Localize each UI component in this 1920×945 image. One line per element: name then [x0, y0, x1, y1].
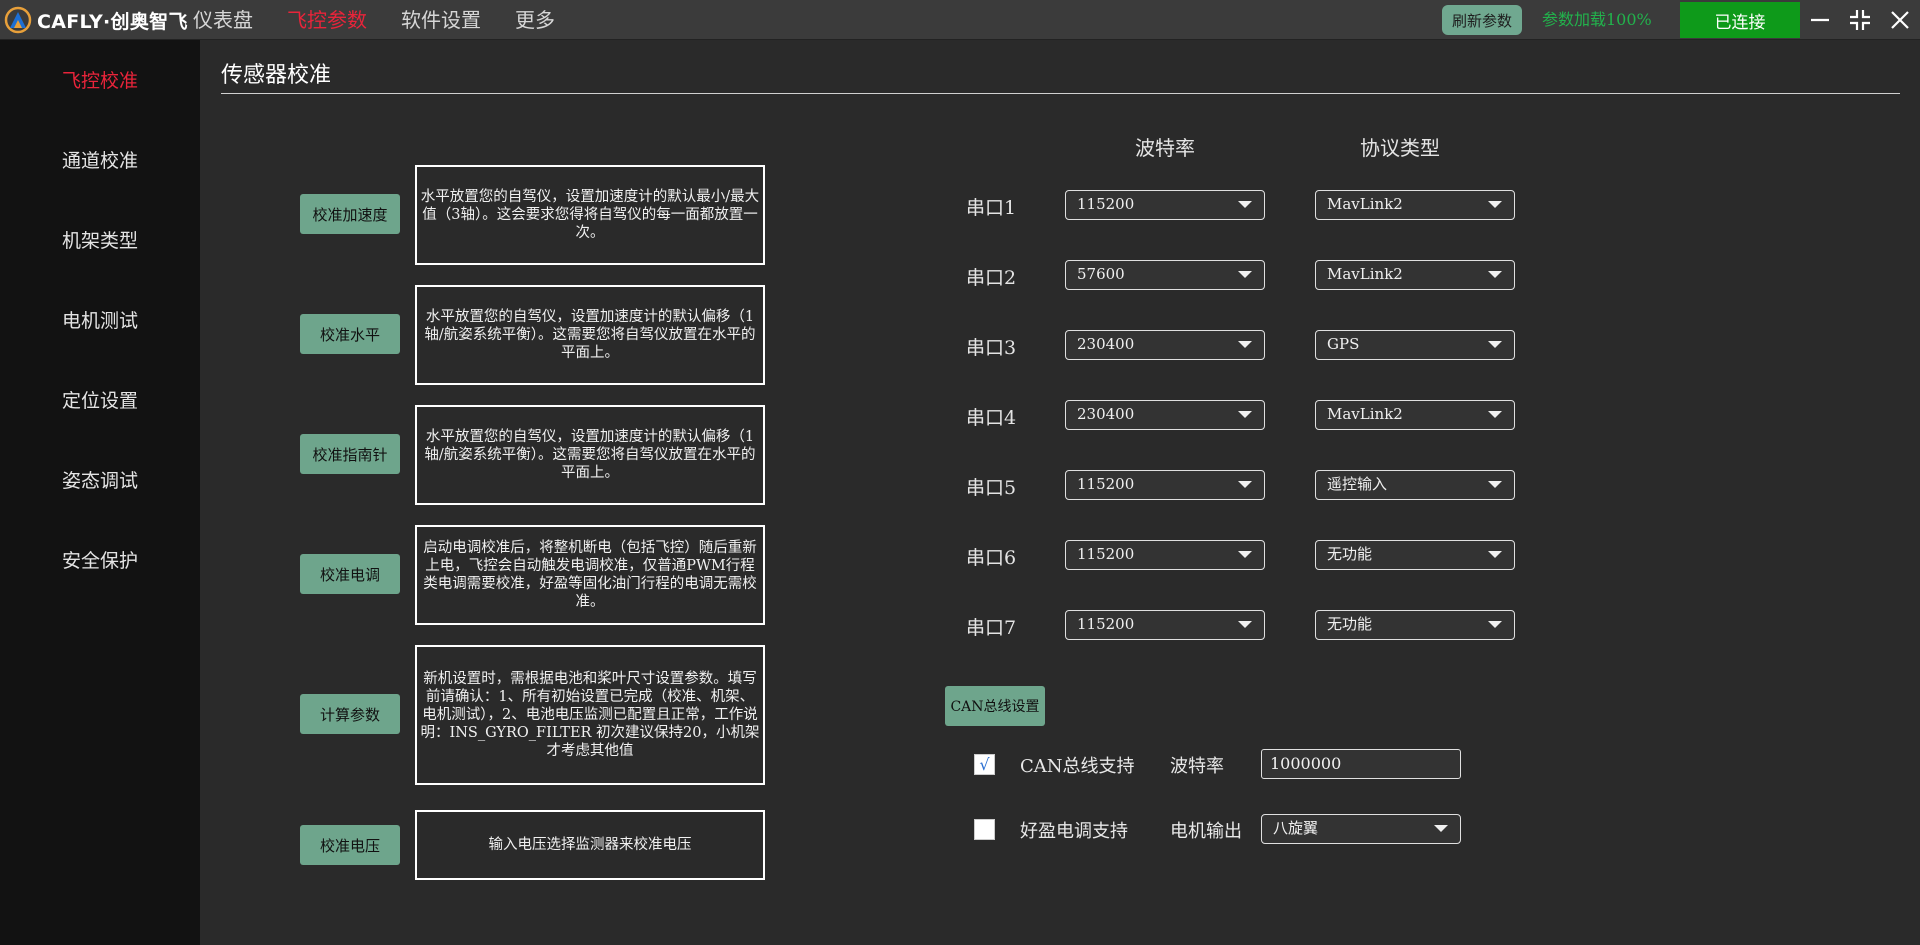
can-bus-support-label: CAN总线支持: [1020, 756, 1135, 777]
calibrate-compass-button[interactable]: 校准指南针: [300, 434, 400, 474]
select-value: GPS: [1327, 335, 1360, 353]
sidebar: 飞控校准 通道校准 机架类型 电机测试 定位设置 姿态调试 安全保护: [0, 40, 200, 945]
nav-flight-params[interactable]: 飞控参数: [287, 0, 367, 40]
serial7-protocol-select[interactable]: 无功能: [1315, 610, 1515, 640]
serial7-baud-select[interactable]: 115200: [1065, 610, 1265, 640]
select-value: MavLink2: [1327, 265, 1403, 283]
can-bus-support-checkbox[interactable]: √: [974, 754, 995, 775]
close-icon[interactable]: [1888, 8, 1912, 32]
chevron-down-icon: [1434, 825, 1448, 832]
serial4-protocol-select[interactable]: MavLink2: [1315, 400, 1515, 430]
sidebar-item-frame-type[interactable]: 机架类型: [0, 226, 200, 253]
serial1-protocol-select[interactable]: MavLink2: [1315, 190, 1515, 220]
can-bus-settings-button[interactable]: CAN总线设置: [945, 686, 1045, 726]
param-load-status: 参数加载100%: [1542, 10, 1652, 29]
calibration-description: 水平放置您的自驾仪，设置加速度计的默认偏移（1轴/航姿系统平衡）。这需要您将自驾…: [415, 405, 765, 505]
logo-text: CAFLY·创奥智飞: [37, 10, 188, 33]
chevron-down-icon: [1488, 201, 1502, 208]
select-value: 无功能: [1327, 615, 1373, 633]
serial6-baud-select[interactable]: 115200: [1065, 540, 1265, 570]
calibration-description: 输入电压选择监测器来校准电压: [415, 810, 765, 880]
select-value: 230400: [1077, 335, 1135, 353]
select-value: MavLink2: [1327, 195, 1403, 213]
main-nav: 仪表盘 飞控参数 软件设置 更多: [193, 0, 589, 40]
serial2-baud-select[interactable]: 57600: [1065, 260, 1265, 290]
select-value: 115200: [1077, 545, 1135, 563]
nav-software-settings[interactable]: 软件设置: [401, 0, 481, 40]
calibrate-voltage-button[interactable]: 校准电压: [300, 825, 400, 865]
serial-port-label: 串口2: [966, 267, 1017, 289]
can-baud-input[interactable]: 1000000: [1261, 749, 1461, 779]
select-value: 115200: [1077, 475, 1135, 493]
serial-port-label: 串口6: [966, 547, 1017, 569]
sidebar-item-positioning[interactable]: 定位设置: [0, 386, 200, 413]
chevron-down-icon: [1488, 481, 1502, 488]
sidebar-item-motor-test[interactable]: 电机测试: [0, 306, 200, 333]
serial5-protocol-select[interactable]: 遥控输入: [1315, 470, 1515, 500]
select-value: 无功能: [1327, 545, 1373, 563]
compute-params-button[interactable]: 计算参数: [300, 694, 400, 734]
select-value: 230400: [1077, 405, 1135, 423]
select-value: 115200: [1077, 195, 1135, 213]
calibration-description: 新机设置时，需根据电池和桨叶尺寸设置参数。填写前请确认：1、所有初始设置已完成（…: [415, 645, 765, 785]
serial-port-label: 串口7: [966, 617, 1017, 639]
esc-support-checkbox[interactable]: [974, 819, 995, 840]
nav-dashboard[interactable]: 仪表盘: [193, 0, 253, 40]
can-baud-label: 波特率: [1170, 756, 1224, 777]
chevron-down-icon: [1238, 341, 1252, 348]
calibration-description: 水平放置您的自驾仪，设置加速度计的默认偏移（1轴/航姿系统平衡）。这需要您将自驾…: [415, 285, 765, 385]
title-divider: [221, 93, 1900, 94]
chevron-down-icon: [1238, 271, 1252, 278]
nav-more[interactable]: 更多: [515, 0, 555, 40]
serial5-baud-select[interactable]: 115200: [1065, 470, 1265, 500]
serial4-baud-select[interactable]: 230400: [1065, 400, 1265, 430]
protocol-header: 协议类型: [1360, 136, 1440, 160]
serial3-protocol-select[interactable]: GPS: [1315, 330, 1515, 360]
chevron-down-icon: [1238, 411, 1252, 418]
sidebar-item-attitude-tuning[interactable]: 姿态调试: [0, 466, 200, 493]
serial2-protocol-select[interactable]: MavLink2: [1315, 260, 1515, 290]
chevron-down-icon: [1488, 271, 1502, 278]
calibrate-esc-button[interactable]: 校准电调: [300, 554, 400, 594]
serial-port-label: 串口4: [966, 407, 1017, 429]
select-value: MavLink2: [1327, 405, 1403, 423]
calibration-description: 启动电调校准后，将整机断电（包括飞控）随后重新上电，飞控会自动触发电调校准，仅普…: [415, 525, 765, 625]
calibration-description: 水平放置您的自驾仪，设置加速度计的默认最小/最大值（3轴）。这会要求您得将自驾仪…: [415, 165, 765, 265]
select-value: 57600: [1077, 265, 1125, 283]
chevron-down-icon: [1238, 621, 1252, 628]
calibrate-level-button[interactable]: 校准水平: [300, 314, 400, 354]
motor-output-label: 电机输出: [1170, 821, 1242, 842]
connection-button[interactable]: 已连接: [1680, 2, 1800, 38]
baud-rate-header: 波特率: [1135, 136, 1195, 160]
chevron-down-icon: [1488, 551, 1502, 558]
cafly-logo-icon: [4, 6, 32, 34]
select-value: 八旋翼: [1273, 819, 1319, 837]
sidebar-item-flight-calibration[interactable]: 飞控校准: [0, 66, 200, 93]
minimize-icon[interactable]: [1808, 8, 1832, 32]
calibrate-accel-button[interactable]: 校准加速度: [300, 194, 400, 234]
app-logo: CAFLY·创奥智飞: [4, 6, 188, 34]
serial-port-label: 串口1: [966, 197, 1017, 219]
serial1-baud-select[interactable]: 115200: [1065, 190, 1265, 220]
chevron-down-icon: [1238, 201, 1252, 208]
serial6-protocol-select[interactable]: 无功能: [1315, 540, 1515, 570]
refresh-params-button[interactable]: 刷新参数: [1442, 5, 1522, 35]
chevron-down-icon: [1488, 341, 1502, 348]
chevron-down-icon: [1488, 621, 1502, 628]
serial-port-label: 串口3: [966, 337, 1017, 359]
motor-output-select[interactable]: 八旋翼: [1261, 814, 1461, 844]
page-title: 传感器校准: [221, 63, 332, 88]
select-value: 115200: [1077, 615, 1135, 633]
select-value: 遥控输入: [1327, 475, 1388, 493]
chevron-down-icon: [1488, 411, 1502, 418]
chevron-down-icon: [1238, 551, 1252, 558]
sidebar-item-channel-calibration[interactable]: 通道校准: [0, 146, 200, 173]
restore-icon[interactable]: [1848, 8, 1872, 32]
chevron-down-icon: [1238, 481, 1252, 488]
esc-support-label: 好盈电调支持: [1020, 821, 1128, 842]
serial3-baud-select[interactable]: 230400: [1065, 330, 1265, 360]
serial-port-label: 串口5: [966, 477, 1017, 499]
top-bar: CAFLY·创奥智飞 仪表盘 飞控参数 软件设置 更多 刷新参数 参数加载100…: [0, 0, 1920, 40]
sidebar-item-safety[interactable]: 安全保护: [0, 546, 200, 573]
